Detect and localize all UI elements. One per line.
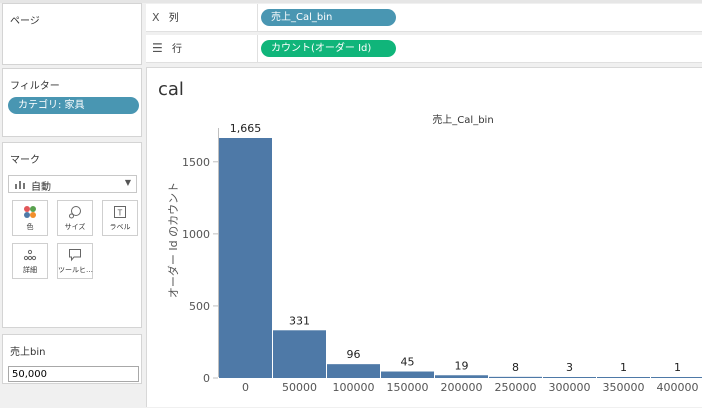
mark-type-label: 自動: [31, 182, 51, 193]
marks-panel: マーク 自動 ▼ 色 サイズ T ラベル 詳細 ツールヒ…: [2, 142, 142, 328]
filter-pill-category[interactable]: カテゴリ: 家具: [8, 97, 139, 114]
rows-divider: [257, 35, 258, 62]
detail-dots-icon: [13, 248, 47, 264]
bar: [597, 377, 650, 378]
y-tick-label: 1500: [182, 156, 210, 169]
data-label: 331: [289, 314, 310, 327]
data-label: 45: [401, 356, 415, 369]
x-tick-label: 100000: [333, 381, 375, 394]
bar: [381, 371, 434, 378]
columns-divider: [257, 4, 258, 31]
parameter-panel: 売上bin: [2, 334, 142, 384]
x-tick-label: 350000: [603, 381, 645, 394]
marks-title: マーク: [10, 155, 40, 166]
data-label: 19: [455, 359, 469, 372]
data-label: 1: [620, 361, 627, 374]
bar: [651, 377, 702, 378]
x-tick-label: 50000: [282, 381, 317, 394]
filters-panel: フィルター カテゴリ: 家具: [2, 68, 142, 137]
y-tick-label: 0: [203, 372, 210, 385]
bin-size-input[interactable]: [8, 366, 139, 382]
columns-icon: Ⅹ: [152, 11, 160, 24]
data-label: 96: [347, 348, 361, 361]
data-label: 8: [512, 361, 519, 374]
rows-icon: ☰: [152, 41, 163, 55]
mark-type-dropdown[interactable]: 自動 ▼: [8, 175, 137, 193]
color-button-label: 色: [26, 223, 34, 231]
columns-shelf-label-wrap: Ⅹ 列: [152, 4, 252, 31]
color-button[interactable]: 色: [12, 200, 48, 236]
color-dots-icon: [13, 205, 47, 221]
text-label-icon: T: [103, 205, 137, 221]
bar: [219, 138, 272, 378]
pages-title: ページ: [10, 16, 40, 27]
detail-button[interactable]: 詳細: [12, 243, 48, 279]
data-label: 3: [566, 361, 573, 374]
svg-text:T: T: [118, 209, 123, 218]
pages-panel: ページ: [2, 3, 142, 65]
y-tick-label: 500: [189, 300, 210, 313]
bar: [273, 330, 326, 378]
bar: [327, 364, 380, 378]
data-label: 1,665: [230, 122, 262, 135]
rows-pill[interactable]: カウント(オーダー Id): [261, 40, 396, 57]
x-tick-label: 150000: [387, 381, 429, 394]
detail-button-label: 詳細: [23, 266, 37, 274]
data-label: 1: [674, 361, 681, 374]
columns-shelf: Ⅹ 列 売上_Cal_bin: [146, 4, 702, 32]
chevron-down-icon: ▼: [124, 178, 131, 187]
x-tick-label: 400000: [657, 381, 699, 394]
y-tick-label: 1000: [182, 228, 210, 241]
label-button[interactable]: T ラベル: [102, 200, 138, 236]
rows-shelf-label-wrap: ☰ 行: [152, 35, 252, 62]
chart-title: 売上_Cal_bin: [432, 113, 493, 126]
tooltip-button[interactable]: ツールヒ…: [57, 243, 93, 279]
bar: [435, 375, 488, 378]
size-button-label: サイズ: [64, 223, 86, 231]
filters-title: フィルター: [10, 81, 60, 92]
rows-shelf: ☰ 行 カウント(オーダー Id): [146, 35, 702, 63]
tooltip-button-label: ツールヒ…: [58, 266, 93, 274]
columns-pill[interactable]: 売上_Cal_bin: [261, 9, 396, 26]
columns-label: 列: [168, 13, 179, 24]
x-tick-label: 200000: [441, 381, 483, 394]
bar-chart-icon: [15, 179, 25, 192]
y-axis-title: オーダー Id のカウント: [166, 182, 180, 298]
bar: [489, 376, 542, 378]
tooltip-icon: [58, 248, 92, 264]
parameter-title: 売上bin: [10, 347, 46, 358]
bar: [543, 377, 596, 378]
size-icon: [58, 205, 92, 221]
x-tick-label: 250000: [495, 381, 537, 394]
histogram-chart: 売上_Cal_bin オーダー Id のカウント 1,665 0 331 50000 9…: [166, 113, 702, 394]
label-button-label: ラベル: [109, 223, 131, 231]
x-tick-label: 300000: [549, 381, 591, 394]
x-tick-label: 0: [242, 381, 249, 394]
size-button[interactable]: サイズ: [57, 200, 93, 236]
rows-label: 行: [171, 44, 182, 55]
view-area: cal 売上_Cal_bin オーダー Id のカウント 1,665 0 331 50…: [146, 67, 702, 407]
